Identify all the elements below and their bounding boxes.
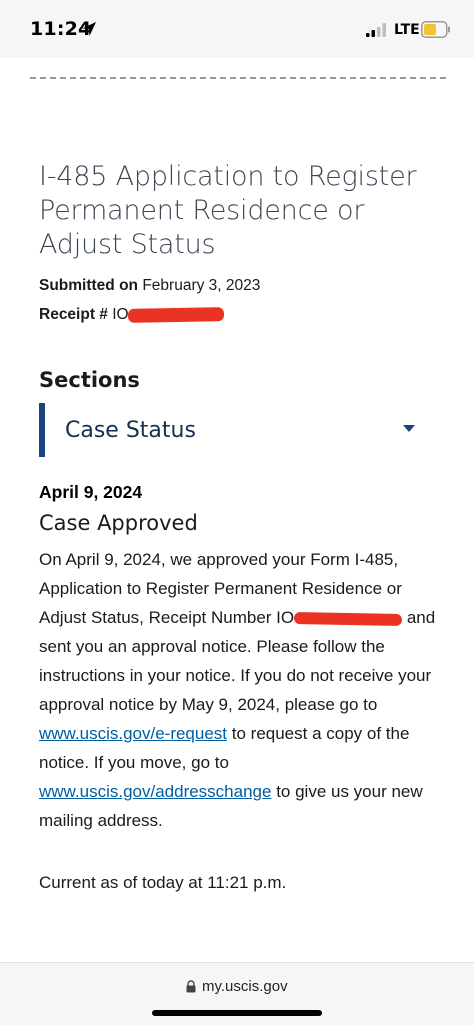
address-change-link[interactable]: www.uscis.gov/addresschange [39,782,271,801]
status-description: On April 9, 2024, we approved your Form … [39,545,449,835]
redaction-mark [294,611,403,626]
redaction-mark [127,307,225,323]
battery-icon [421,21,450,38]
case-title: I-485 Application to Register Permanent … [39,161,417,260]
caret-down-icon [403,425,415,432]
home-indicator[interactable] [152,1010,322,1016]
current-as-of: Current as of today at 11:21 p.m. [39,873,287,892]
signal-icon [366,23,386,37]
receipt-label: Receipt # [39,306,108,323]
sections-heading: Sections [39,368,140,392]
browser-url-bar[interactable]: my.uscis.gov [0,962,474,1025]
submitted-date: February 3, 2023 [142,277,261,294]
status-title: Case Approved [39,511,198,535]
submitted-label: Submitted on [39,277,139,294]
network-label: LTE [394,22,420,38]
location-arrow-icon [82,22,96,36]
receipt-number: IO [112,306,129,323]
status-bar: 11:24 LTE [0,0,474,58]
e-request-link[interactable]: www.uscis.gov/e-request [39,724,227,743]
accordion-label: Case Status [65,418,196,443]
accordion-accent-bar [39,403,45,457]
dashed-divider [30,77,446,79]
url-text: my.uscis.gov [202,978,288,995]
receipt-line: Receipt # IO [39,306,129,324]
status-date: April 9, 2024 [39,482,143,502]
submitted-line: Submitted on February 3, 2023 [39,277,260,295]
case-status-accordion[interactable]: Case Status [39,403,437,457]
lock-icon [186,980,196,993]
